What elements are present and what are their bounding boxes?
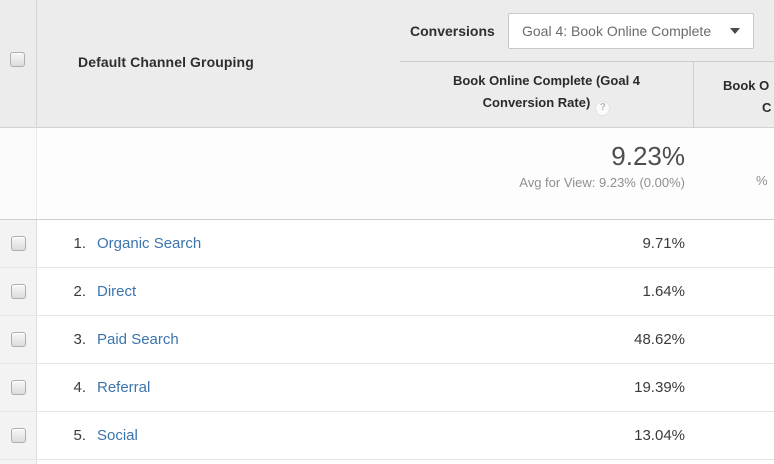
row-checkbox-cell [0,316,37,363]
table-row-partial [0,460,774,464]
row-index: 5. [52,427,86,444]
row-checkbox-cell [0,268,37,315]
conversion-rate-value: 19.39% [634,379,685,396]
channel-link[interactable]: Paid Search [97,331,179,348]
row-index: 4. [52,379,86,396]
dimension-column-header[interactable]: Default Channel Grouping [78,54,254,70]
conversion-rate-value: 1.64% [642,283,685,300]
row-checkbox-cell [0,220,37,267]
conversion-rate-value: 48.62% [634,331,685,348]
row-checkbox-cell [0,460,37,464]
chevron-down-icon [730,28,740,34]
row-checkbox[interactable] [11,284,26,299]
table-row: 5. Social 13.04% [0,412,774,460]
channel-link[interactable]: Referral [97,379,150,396]
row-index: 2. [52,283,86,300]
goal-selector-dropdown[interactable]: Goal 4: Book Online Complete [508,13,754,49]
summary-conversion-rate: 9.23% [611,141,685,172]
next-column-summary-fragment: % [756,173,768,188]
row-checkbox[interactable] [11,428,26,443]
conversions-label: Conversions [410,23,495,39]
metric-column-header-line1: Book Online Complete (Goal 4 [453,73,640,88]
table-row: 1. Organic Search 9.71% [0,220,774,268]
channel-link[interactable]: Social [97,427,138,444]
conversion-rate-value: 13.04% [634,427,685,444]
next-metric-column-header-fragment[interactable]: Book O [723,78,769,93]
row-index: 3. [52,331,86,348]
table-row: 3. Paid Search 48.62% [0,316,774,364]
column-divider [693,62,694,128]
metric-column-header-line2: Conversion Rate) [483,95,591,110]
conversion-rate-value: 9.71% [642,235,685,252]
checkbox-column-header [0,0,37,128]
help-icon[interactable]: ? [595,101,610,116]
select-all-checkbox[interactable] [10,52,25,67]
analytics-conversions-table: Default Channel Grouping Conversions Goa… [0,0,774,464]
table-header: Default Channel Grouping Conversions Goa… [0,0,774,128]
row-checkbox[interactable] [11,332,26,347]
summary-average-label: Avg for View: 9.23% (0.00%) [519,175,685,190]
row-checkbox[interactable] [11,380,26,395]
table-row: 2. Direct 1.64% [0,268,774,316]
table-body: 1. Organic Search 9.71% 2. Direct 1.64% … [0,220,774,464]
conversions-header-bar: Conversions Goal 4: Book Online Complete [400,0,774,62]
summary-row: 9.23% Avg for View: 9.23% (0.00%) % [0,128,774,220]
metric-column-header[interactable]: Book Online Complete (Goal 4 Conversion … [400,70,693,116]
row-checkbox[interactable] [11,236,26,251]
row-checkbox-cell [0,364,37,411]
goal-selector-value: Goal 4: Book Online Complete [522,23,711,39]
summary-checkbox-column [0,128,37,219]
channel-link[interactable]: Organic Search [97,235,201,252]
next-metric-column-header-fragment-line2: C [762,100,771,115]
row-index: 1. [52,235,86,252]
channel-link[interactable]: Direct [97,283,136,300]
table-row: 4. Referral 19.39% [0,364,774,412]
row-checkbox-cell [0,412,37,459]
